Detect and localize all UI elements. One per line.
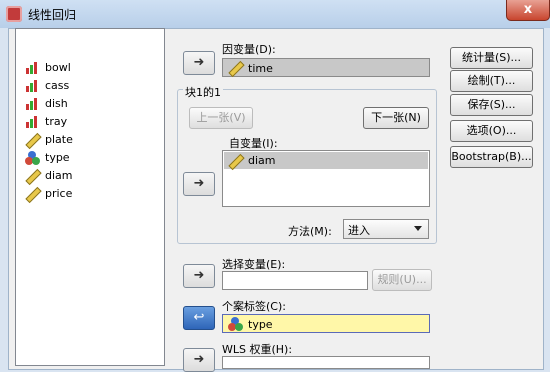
wls-field[interactable] [222, 356, 430, 369]
variable-item-diam[interactable]: diam [24, 167, 73, 184]
move-to-selection-button[interactable]: ➜ [183, 264, 215, 288]
scale-icon [24, 132, 40, 148]
variable-item-cass[interactable]: cass [24, 77, 69, 94]
case-labels-label: 个案标签(C): [222, 300, 286, 313]
method-value: 进入 [348, 224, 370, 237]
variable-label: tray [45, 115, 68, 128]
statistics-button[interactable]: 统计量(S)... [450, 47, 533, 69]
variable-label: diam [45, 169, 73, 182]
options-button[interactable]: 选项(O)... [450, 120, 533, 142]
independent-value: diam [248, 154, 276, 167]
selection-field[interactable] [222, 271, 368, 290]
dependent-label: 因变量(D): [222, 43, 276, 56]
move-to-dependent-button[interactable]: ➜ [183, 51, 215, 75]
independent-item[interactable]: diam [224, 152, 428, 169]
save-button[interactable]: 保存(S)... [450, 94, 533, 116]
independent-list[interactable]: diam [222, 150, 430, 207]
move-to-independent-button[interactable]: ➜ [183, 172, 215, 196]
previous-block-button[interactable]: 上一张(V) [189, 107, 253, 129]
scale-icon [227, 60, 243, 76]
variable-item-dish[interactable]: dish [24, 95, 68, 112]
scale-icon [24, 168, 40, 184]
spss-app-icon [6, 6, 22, 22]
case-labels-field[interactable]: type [222, 314, 430, 333]
plots-button[interactable]: 绘制(T)... [450, 70, 533, 92]
variable-item-plate[interactable]: plate [24, 131, 73, 148]
variable-source-list[interactable]: bowl cass dish tray plate type diam pric… [15, 28, 165, 366]
chevron-down-icon [414, 226, 422, 231]
variable-label: plate [45, 133, 73, 146]
method-label: 方法(M): [288, 225, 332, 238]
nominal-icon [24, 114, 40, 130]
window-title: 线性回归 [28, 8, 77, 22]
variable-item-type[interactable]: type [24, 149, 70, 166]
close-button[interactable]: x [506, 0, 550, 21]
variable-item-tray[interactable]: tray [24, 113, 67, 130]
variable-item-bowl[interactable]: bowl [24, 59, 71, 76]
nominal-icon [24, 78, 40, 94]
scale-icon [227, 153, 243, 169]
next-block-button[interactable]: 下一张(N) [363, 107, 429, 129]
categorical-icon [227, 316, 243, 332]
scale-icon [24, 186, 40, 202]
variable-label: bowl [45, 61, 71, 74]
rule-button[interactable]: 规则(U)... [372, 269, 432, 291]
move-back-case-labels-button[interactable]: ↩ [183, 306, 215, 330]
title-bar: 线性回归 [0, 0, 550, 28]
variable-item-price[interactable]: price [24, 185, 72, 202]
block-label: 块1的1 [183, 84, 223, 100]
nominal-icon [24, 60, 40, 76]
case-labels-value: type [248, 317, 273, 331]
categorical-icon [24, 150, 40, 166]
bootstrap-button[interactable]: Bootstrap(B)... [450, 146, 533, 168]
move-to-wls-button[interactable]: ➜ [183, 348, 215, 372]
dependent-value: time [248, 61, 273, 75]
variable-label: dish [45, 97, 68, 110]
independent-label: 自变量(I): [229, 137, 278, 150]
variable-label: type [45, 151, 70, 164]
selection-label: 选择变量(E): [222, 258, 286, 271]
variable-label: price [45, 187, 73, 200]
dependent-field[interactable]: time [222, 58, 430, 77]
method-select[interactable]: 进入 [343, 219, 429, 239]
wls-label: WLS 权重(H): [222, 343, 293, 356]
nominal-icon [24, 96, 40, 112]
variable-label: cass [45, 79, 70, 92]
